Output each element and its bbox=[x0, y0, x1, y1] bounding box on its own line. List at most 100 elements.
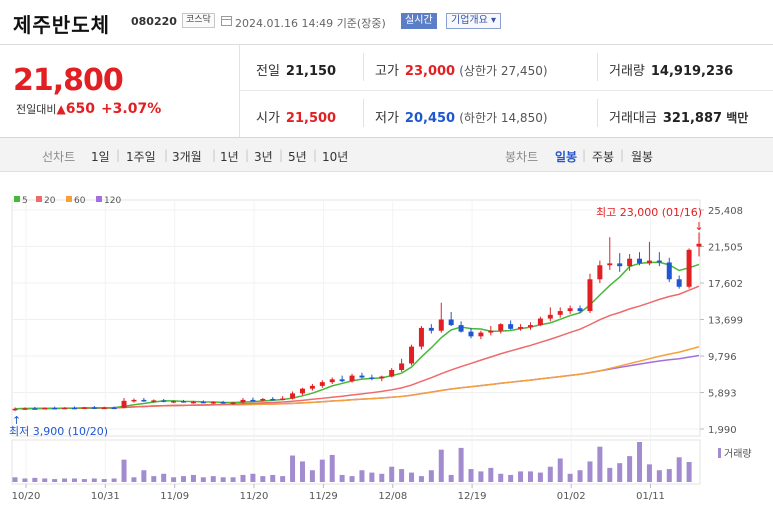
period-5y[interactable]: 5년 bbox=[288, 148, 307, 165]
volume-bar bbox=[666, 469, 672, 482]
volume-bar bbox=[458, 447, 464, 482]
candle-body bbox=[240, 399, 246, 403]
candle-weekly[interactable]: 주봉 bbox=[592, 148, 614, 165]
volume-bar bbox=[280, 476, 286, 482]
volume-bar bbox=[290, 455, 296, 482]
volume-bar bbox=[686, 462, 692, 482]
candle-body bbox=[389, 369, 395, 377]
column-divider bbox=[363, 53, 364, 81]
x-tick-label: 01/11 bbox=[636, 491, 665, 502]
column-divider bbox=[597, 99, 598, 127]
volume-bar bbox=[349, 476, 355, 482]
volume-bar bbox=[22, 478, 28, 482]
volume-bar bbox=[111, 478, 117, 482]
volume-bar bbox=[617, 463, 623, 482]
candle-body bbox=[62, 407, 68, 410]
candle-body bbox=[409, 346, 415, 364]
candle-body bbox=[607, 263, 613, 266]
period-3m[interactable]: 3개월 bbox=[172, 148, 202, 165]
volume-bar bbox=[527, 471, 533, 482]
candle-body bbox=[349, 375, 355, 382]
basis-text: 기준(장중) bbox=[336, 17, 386, 30]
realtime-button[interactable]: 실시간 bbox=[401, 13, 437, 29]
candle-body bbox=[488, 330, 494, 333]
x-tick-label: 11/29 bbox=[309, 491, 338, 502]
period-10y[interactable]: 10년 bbox=[322, 148, 348, 165]
separator: | bbox=[313, 148, 318, 162]
volume-bar bbox=[607, 467, 613, 482]
datetime-text: 2024.01.16 14:49 bbox=[235, 17, 334, 30]
candle-body bbox=[418, 327, 424, 347]
period-3y[interactable]: 3년 bbox=[254, 148, 273, 165]
market-badge: 코스닥 bbox=[182, 13, 215, 28]
candle-monthly[interactable]: 월봉 bbox=[631, 148, 653, 165]
candle-body bbox=[121, 400, 127, 408]
volume-bar bbox=[547, 466, 553, 482]
volume-bar bbox=[567, 473, 573, 482]
volume-bar bbox=[32, 477, 38, 482]
volume-bar bbox=[250, 473, 256, 482]
stat-volume: 거래량 14,919,236 bbox=[609, 60, 733, 79]
stat-value: 14,919,236 bbox=[650, 64, 734, 79]
company-info-dropdown[interactable]: 기업개요 ▾ bbox=[446, 13, 502, 29]
candle-body bbox=[141, 399, 147, 402]
candle-daily[interactable]: 일봉 bbox=[555, 148, 577, 165]
candle-body bbox=[448, 319, 454, 326]
stat-value: 21,150 bbox=[285, 64, 337, 79]
price-summary: 21,800 전일대비▲650 +3.07% 전일 21,150 고가 23,000 … bbox=[0, 45, 773, 138]
x-tick-label: 01/02 bbox=[557, 491, 586, 502]
period-1y[interactable]: 1년 bbox=[220, 148, 239, 165]
plot-frame bbox=[11, 199, 701, 437]
stat-label: 전일 bbox=[256, 64, 280, 79]
x-tick-label: 10/20 bbox=[12, 491, 41, 502]
volume-bar bbox=[379, 473, 385, 482]
y-tick-label: 5,893 bbox=[708, 389, 737, 400]
candle-body bbox=[438, 319, 444, 331]
volume-bar bbox=[260, 476, 266, 482]
volume-bar bbox=[131, 477, 137, 482]
separator: | bbox=[245, 148, 250, 162]
separator: | bbox=[279, 148, 284, 162]
candle-body bbox=[81, 407, 87, 409]
candle-body bbox=[71, 407, 77, 410]
candle-body bbox=[627, 258, 633, 267]
volume-bar bbox=[181, 476, 187, 482]
stat-note: (상한가 27,450) bbox=[459, 64, 548, 78]
candle-chart-label: 봉차트 bbox=[505, 150, 539, 164]
chart-canvas: 25,408 21,505 17,602 13,699 9,796 5,893 1,990 1… bbox=[9, 196, 752, 502]
stat-high: 고가 23,000 (상한가 27,450) bbox=[375, 60, 548, 79]
stat-unit: 백만 bbox=[726, 111, 749, 125]
candlestick-chart[interactable]: 25,408 21,505 17,602 13,699 9,796 5,893 1,990 1… bbox=[0, 172, 773, 515]
volume-bar bbox=[577, 470, 583, 482]
legend-label: 20 bbox=[44, 196, 56, 206]
candle-body bbox=[597, 265, 603, 280]
candle-body bbox=[111, 407, 117, 410]
candle-body bbox=[270, 398, 276, 401]
period-1w[interactable]: 1주일 bbox=[126, 148, 156, 165]
candle-body bbox=[637, 258, 643, 264]
separator: | bbox=[620, 148, 625, 162]
volume-bar bbox=[299, 461, 305, 482]
volume-bar bbox=[309, 470, 315, 482]
high-annotation: 최고 23,000 (01/16) bbox=[596, 206, 702, 219]
volume-bar bbox=[478, 471, 484, 482]
candle-body bbox=[230, 402, 236, 405]
candle-body bbox=[181, 401, 187, 403]
legend-label: 5 bbox=[22, 196, 28, 206]
y-tick-label: 17,602 bbox=[708, 279, 743, 290]
volume-bar bbox=[537, 472, 543, 482]
period-1d[interactable]: 1일 bbox=[91, 148, 110, 165]
x-tick-label: 11/20 bbox=[240, 491, 269, 502]
stat-label: 시가 bbox=[256, 111, 280, 126]
x-tick-label: 12/19 bbox=[458, 491, 487, 502]
candle-body bbox=[696, 243, 702, 247]
candle-body bbox=[309, 385, 315, 389]
legend-swatch bbox=[14, 196, 20, 202]
candle-body bbox=[131, 399, 137, 402]
volume-bar bbox=[468, 469, 474, 482]
volume-frame bbox=[11, 439, 701, 485]
volume-bar bbox=[220, 477, 226, 482]
volume-bar bbox=[230, 477, 236, 482]
legend-label: 120 bbox=[104, 196, 121, 206]
candle-body bbox=[319, 382, 325, 386]
